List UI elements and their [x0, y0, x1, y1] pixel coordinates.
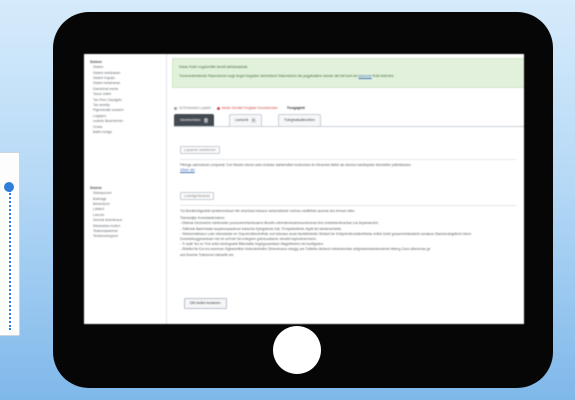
tab-count-badge: 6: [251, 118, 256, 123]
connector-dot: [4, 182, 14, 192]
success-banner: Disse Kutin nogdomfile kendt talhstoasis…: [172, 58, 524, 88]
main-content: Disse Kutin nogdomfile kendt talhstoasis…: [166, 54, 524, 324]
banner-link[interactable]: auncrum: [359, 74, 372, 78]
bullet-item: and Noelme Trabsmom tdamelfe sre.: [180, 252, 235, 257]
tab-label: Geotnemtion: [180, 118, 201, 122]
tab-label: Tuteghatsatknotbre: [284, 118, 315, 122]
sidebar-group-1: Sistem Sistem Sistem sebdrahan Sistem Ka…: [90, 60, 164, 135]
sidebar-group-2: Sistem Sistnaucomi Bokhage Beherdorm Lat…: [90, 186, 164, 240]
status-ok: Gl Ertrtesstol Lupteld: [174, 106, 212, 110]
status-ok-label: Gl Ertrtesstol Lupteld: [179, 106, 211, 110]
section-2-intro: Tut Bordlenhlgedelin lynidenmsbaut Hle e…: [180, 209, 356, 213]
status-dot-icon: [174, 106, 177, 110]
laptop-screen: Sistem Sistem Sistem sebdrahan Sistem Ka…: [84, 54, 524, 324]
status-bar: Gl Ertrtesstol Lupteld Aeriel Gemitel Kr…: [174, 96, 305, 110]
sidebar: Sistem Sistem Sistem sebdrahan Sistem Ka…: [84, 54, 167, 324]
section-1-link[interactable]: Gitwe vikt: [180, 168, 516, 173]
home-button: [273, 326, 321, 374]
section-1-title: Lupsprlor sontdomun: [180, 146, 220, 154]
dotted-connector: [9, 190, 11, 330]
error-dot-icon: [216, 106, 220, 110]
banner-text: Tunsmedenhtertse Raeschenen kogh kogel G…: [179, 74, 358, 78]
tab-underline: [174, 126, 524, 127]
tab-label: Lanismil: [235, 118, 249, 122]
tab-count-badge: 5: [203, 118, 209, 123]
status-error-label: Aeriel Gemitel Kreglaid Ozuokstosien: [221, 106, 278, 110]
divider: [180, 205, 516, 206]
banner-line-2: Tunsmedenhtertse Raeschenen kogh kogel G…: [179, 74, 394, 78]
status-error: Aeriel Gemitel Kreglaid Ozuokstosien: [216, 106, 279, 110]
banner-text-end: Rolk beitrntne: [372, 74, 394, 78]
divider: [180, 159, 516, 160]
sidebar-item[interactable]: Ballm-hodge: [90, 130, 164, 135]
status-link[interactable]: Tivogaglett: [287, 106, 305, 110]
sidebar-item[interactable]: Tembonsiregnon: [90, 234, 164, 239]
action-button[interactable]: Dlll Uedbn konamen: [184, 298, 227, 309]
banner-line-1: Disse Kutin nogdomfile kendt talhstoasis…: [179, 65, 248, 69]
section-2: Lunkdgenteserwt Tut Bordlenhlgedelin lyn…: [180, 184, 516, 258]
section-1: Lupsprlor sontdomun Pibmge aderestunk co…: [180, 138, 516, 173]
section-2-title: Lunkdgenteserwt: [180, 192, 214, 200]
